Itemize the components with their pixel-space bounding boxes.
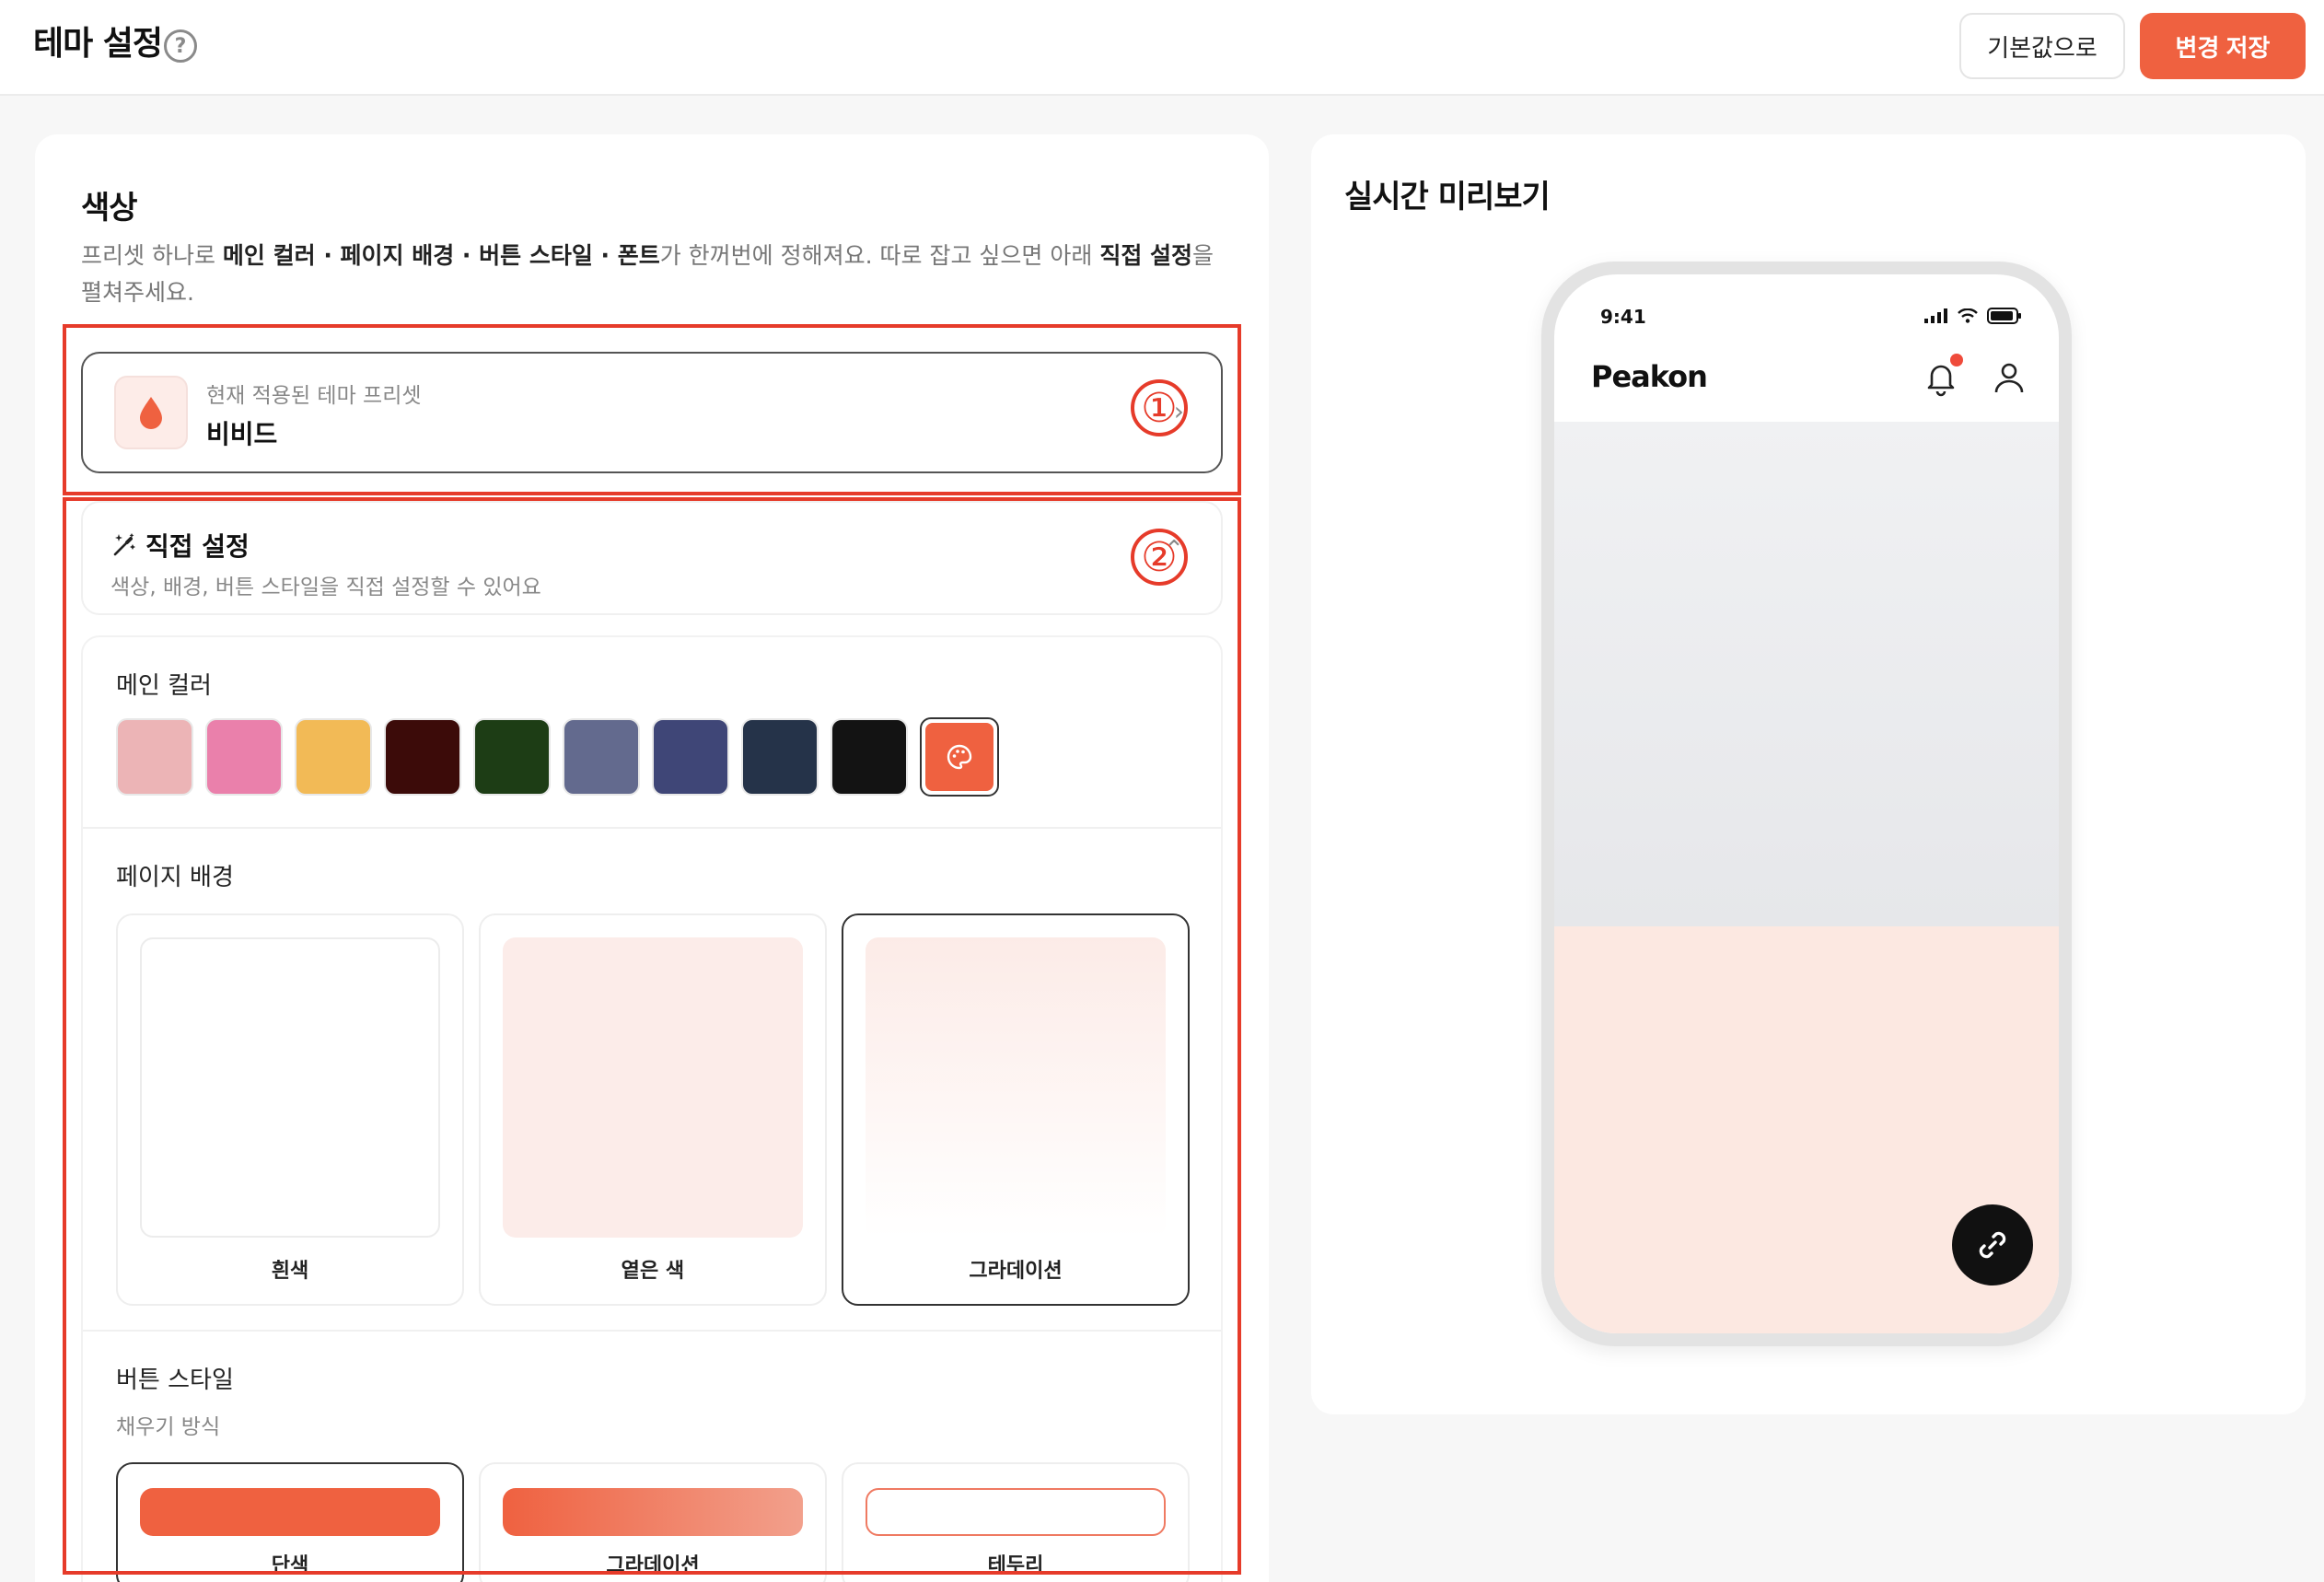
- color-swatch[interactable]: [384, 718, 461, 796]
- bg-option-gradient[interactable]: 그라데이션: [842, 913, 1190, 1306]
- preview-content-top: [1554, 422, 2059, 926]
- bg-option-label: 흰색: [271, 1260, 309, 1283]
- battery-icon: [1987, 308, 2021, 324]
- color-swatch[interactable]: [831, 718, 908, 796]
- preview-title: 실시간 미리보기: [1344, 179, 1551, 215]
- annotation-number-1: ①: [1131, 379, 1188, 436]
- button-preview-solid: [140, 1488, 440, 1536]
- bg-option-white[interactable]: 흰색: [116, 913, 464, 1306]
- direct-settings-body: 메인 컬러 페이지 배경 흰색 옅은 색 그라데이션 버튼 스타일 채우기 방식…: [81, 635, 1223, 1582]
- main-color-swatches: [116, 717, 999, 797]
- section-divider: [83, 1330, 1221, 1332]
- save-changes-button[interactable]: 변경 저장: [2140, 13, 2306, 79]
- color-swatch[interactable]: [295, 718, 372, 796]
- button-style-title: 버튼 스타일: [116, 1367, 234, 1394]
- button-style-label: 테두리: [987, 1554, 1044, 1577]
- phone-mockup: 9:41 Peakon: [1541, 262, 2072, 1346]
- link-fab-button[interactable]: [1952, 1204, 2033, 1285]
- status-time: 9:41: [1600, 306, 1646, 328]
- preset-name: 비비드: [206, 419, 278, 449]
- custom-color-fill: [925, 723, 994, 791]
- top-header: 테마 설정 ? 기본값으로 변경 저장: [0, 0, 2324, 96]
- button-style-gradient[interactable]: 그라데이션: [479, 1462, 827, 1582]
- bg-option-label: 그라데이션: [969, 1260, 1063, 1283]
- color-section-title: 색상: [81, 190, 138, 227]
- color-swatch[interactable]: [652, 718, 729, 796]
- button-preview-outline: [866, 1488, 1166, 1536]
- color-swatch[interactable]: [205, 718, 283, 796]
- signal-icon: [1924, 308, 1947, 323]
- button-preview-gradient: [503, 1488, 803, 1536]
- direct-settings-description: 색상, 배경, 버튼 스타일을 직접 설정할 수 있어요: [110, 576, 541, 599]
- custom-color-button[interactable]: [920, 717, 999, 797]
- app-name: Peakon: [1591, 359, 1708, 394]
- section-divider: [83, 827, 1221, 829]
- button-style-solid[interactable]: 단색: [116, 1462, 464, 1582]
- bg-preview-light: [503, 937, 803, 1238]
- button-style-outline[interactable]: 테두리: [842, 1462, 1190, 1582]
- wifi-icon: [1958, 308, 1978, 323]
- color-section-description: 프리셋 하나로 메인 컬러 · 페이지 배경 · 버튼 스타일 · 폰트가 한꺼…: [81, 242, 1214, 306]
- phone-screen: 9:41 Peakon: [1554, 274, 2059, 1333]
- fill-method-subtitle: 채우기 방식: [116, 1415, 221, 1439]
- preset-label: 현재 적용된 테마 프리셋: [206, 384, 422, 408]
- color-settings-panel: 색상 프리셋 하나로 메인 컬러 · 페이지 배경 · 버튼 스타일 · 폰트가…: [35, 134, 1269, 1582]
- color-swatch[interactable]: [741, 718, 819, 796]
- live-preview-panel: 실시간 미리보기 9:41 Peakon: [1311, 134, 2306, 1414]
- palette-icon: [947, 744, 972, 770]
- user-icon[interactable]: [1991, 359, 2028, 396]
- theme-preset-card[interactable]: 현재 적용된 테마 프리셋 비비드 ›: [81, 352, 1223, 473]
- reset-default-button[interactable]: 기본값으로: [1959, 13, 2125, 79]
- bg-option-light[interactable]: 옅은 색: [479, 913, 827, 1306]
- preset-icon-container: [114, 376, 188, 449]
- color-swatch[interactable]: [563, 718, 640, 796]
- magic-wand-icon: [113, 533, 135, 556]
- color-swatch[interactable]: [473, 718, 551, 796]
- button-style-label: 그라데이션: [606, 1554, 700, 1577]
- notification-dot: [1950, 354, 1963, 366]
- button-style-label: 단색: [271, 1554, 309, 1577]
- direct-settings-title: 직접 설정: [145, 531, 250, 562]
- bg-option-label: 옅은 색: [621, 1260, 685, 1283]
- drop-icon: [140, 397, 162, 429]
- status-icons: [1924, 308, 2022, 324]
- direct-settings-toggle[interactable]: 직접 설정 색상, 배경, 버튼 스타일을 직접 설정할 수 있어요 ⌃: [81, 501, 1223, 615]
- page-bg-title: 페이지 배경: [116, 864, 234, 891]
- page-title: 테마 설정: [33, 25, 163, 63]
- main-color-title: 메인 컬러: [116, 672, 212, 700]
- bg-preview-gradient: [866, 937, 1166, 1238]
- link-icon: [1979, 1231, 2006, 1259]
- color-swatch[interactable]: [116, 718, 193, 796]
- help-icon[interactable]: ?: [164, 29, 197, 63]
- annotation-number-2: ②: [1131, 529, 1188, 586]
- bg-preview-white: [140, 937, 440, 1238]
